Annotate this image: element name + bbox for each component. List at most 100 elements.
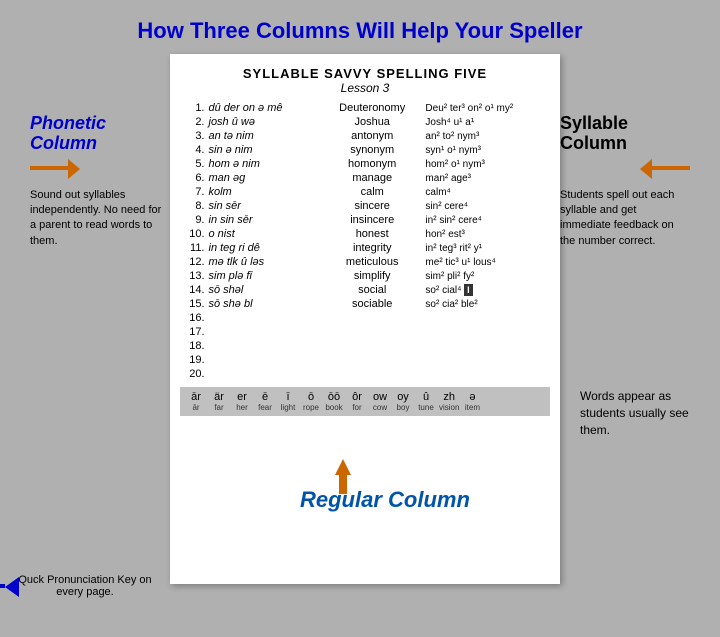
row-number: 10.	[180, 227, 207, 241]
pronunciation-item: ärfar	[209, 391, 229, 412]
phonetic-cell: in teg ri dê	[207, 241, 321, 255]
pronunciation-item: ōōbook	[324, 391, 344, 412]
phonetic-cell: sim plə fī	[207, 269, 321, 283]
table-row: 18.	[180, 339, 550, 353]
syllable-cell	[423, 325, 550, 339]
pronunciation-item: oyboy	[393, 391, 413, 412]
syllable-cell: sin² cere⁴	[423, 199, 550, 213]
regular-cell: homonym	[321, 157, 423, 171]
table-row: 15.sō shə blsociableso² cia² ble²	[180, 297, 550, 311]
syllable-cell: hom² o¹ nym³	[423, 157, 550, 171]
row-number: 1.	[180, 101, 207, 115]
table-row: 2.josh û wəJoshuaJosh⁴ u¹ a¹	[180, 115, 550, 129]
regular-cell: Joshua	[321, 115, 423, 129]
students-spell-text: Students spell out each syllable and get…	[560, 188, 690, 250]
table-row: 5.hom ə nimhomonymhom² o¹ nym³	[180, 157, 550, 171]
table-row: 1.dû der on ə mêDeuteronomyDeu² ter³ on²…	[180, 101, 550, 115]
row-number: 9.	[180, 213, 207, 227]
phonetic-cell: kolm	[207, 185, 321, 199]
row-number: 19.	[180, 353, 207, 367]
row-number: 14.	[180, 283, 207, 297]
regular-cell: social	[321, 283, 423, 297]
sound-out-text: Sound out syllables independently. No ne…	[30, 188, 170, 250]
phonetic-cell: sin ə nim	[207, 143, 321, 157]
table-row: 6.man əgmanageman² age³	[180, 171, 550, 185]
table-row: 3.an tə nimantonyman² to² nym³	[180, 129, 550, 143]
row-number: 7.	[180, 185, 207, 199]
syllable-cell	[423, 311, 550, 325]
regular-cell	[321, 339, 423, 353]
row-number: 12.	[180, 255, 207, 269]
table-row: 17.	[180, 325, 550, 339]
document-subtitle: Lesson 3	[180, 81, 550, 95]
spelling-document: SYLLABLE SAVVY SPELLING FIVE Lesson 3 1.…	[170, 54, 560, 584]
phonetic-cell	[207, 339, 321, 353]
syllable-cell: man² age³	[423, 171, 550, 185]
pronunciation-item: ûtune	[416, 391, 436, 412]
pronunciation-key-label: Quck Pronunciation Key on every page.	[15, 574, 155, 598]
syllable-cell: syn¹ o¹ nym³	[423, 143, 550, 157]
regular-cell	[321, 353, 423, 367]
pronunciation-item: ôrfor	[347, 391, 367, 412]
table-row: 14.sō shəlsocialso² cial⁴ I	[180, 283, 550, 297]
syllable-cell: hon² est³	[423, 227, 550, 241]
row-number: 16.	[180, 311, 207, 325]
syllable-cell	[423, 339, 550, 353]
regular-cell: integrity	[321, 241, 423, 255]
regular-cell	[321, 311, 423, 325]
phonetic-arrow-icon	[30, 158, 80, 178]
phonetic-cell: josh û wə	[207, 115, 321, 129]
phonetic-cell: sō shə bl	[207, 297, 321, 311]
pronunciation-item: erher	[232, 391, 252, 412]
pronunciation-bar: ārārärfarerherēfearīlightōropeōōbookôrfo…	[180, 387, 550, 416]
table-row: 4.sin ə nimsynonymsyn¹ o¹ nym³	[180, 143, 550, 157]
phonetic-cell	[207, 353, 321, 367]
row-number: 20.	[180, 367, 207, 381]
pronunciation-item: əitem	[462, 391, 482, 412]
phonetic-cell: mə tlk û ləs	[207, 255, 321, 269]
phonetic-cell	[207, 367, 321, 381]
regular-cell: sociable	[321, 297, 423, 311]
regular-cell: honest	[321, 227, 423, 241]
row-number: 8.	[180, 199, 207, 213]
syllable-cell: an² to² nym³	[423, 129, 550, 143]
table-row: 9.in sin sērinsincerein² sin² cere⁴	[180, 213, 550, 227]
phonetic-cell: in sin sēr	[207, 213, 321, 227]
table-row: 11.in teg ri dêintegrityin² teg³ rit² y¹	[180, 241, 550, 255]
table-row: 20.	[180, 367, 550, 381]
syllable-cell: Deu² ter³ on² o¹ my²	[423, 101, 550, 115]
syllable-cell: calm⁴	[423, 185, 550, 199]
phonetic-cell: an tə nim	[207, 129, 321, 143]
row-number: 3.	[180, 129, 207, 143]
syllable-cell: Josh⁴ u¹ a¹	[423, 115, 550, 129]
pronunciation-item: owcow	[370, 391, 390, 412]
table-row: 12.mə tlk û ləsmeticulousme² tic³ u¹ lou…	[180, 255, 550, 269]
table-row: 7.kolmcalmcalm⁴	[180, 185, 550, 199]
phonetic-cell: dû der on ə mê	[207, 101, 321, 115]
row-number: 15.	[180, 297, 207, 311]
regular-cell: calm	[321, 185, 423, 199]
table-row: 13.sim plə fīsimplifysim² pli² fy²	[180, 269, 550, 283]
regular-column-label: Regular Column	[300, 488, 470, 512]
row-number: 4.	[180, 143, 207, 157]
regular-column-arrow-line	[339, 474, 347, 494]
regular-cell: insincere	[321, 213, 423, 227]
phonetic-cell: o nist	[207, 227, 321, 241]
row-number: 18.	[180, 339, 207, 353]
table-row: 16.	[180, 311, 550, 325]
regular-cell: simplify	[321, 269, 423, 283]
phonetic-cell: sō shəl	[207, 283, 321, 297]
row-number: 5.	[180, 157, 207, 171]
row-number: 6.	[180, 171, 207, 185]
phonetic-cell	[207, 325, 321, 339]
table-row: 19.	[180, 353, 550, 367]
table-row: 8.sin sērsinceresin² cere⁴	[180, 199, 550, 213]
phonetic-cell: hom ə nim	[207, 157, 321, 171]
pronunciation-item: īlight	[278, 391, 298, 412]
regular-cell: Deuteronomy	[321, 101, 423, 115]
regular-cell: synonym	[321, 143, 423, 157]
syllable-arrow-icon	[640, 158, 690, 178]
syllable-cell: so² cial⁴ I	[423, 283, 550, 297]
syllable-cell	[423, 353, 550, 367]
words-appear-text: Words appear as students usually see the…	[580, 388, 700, 438]
